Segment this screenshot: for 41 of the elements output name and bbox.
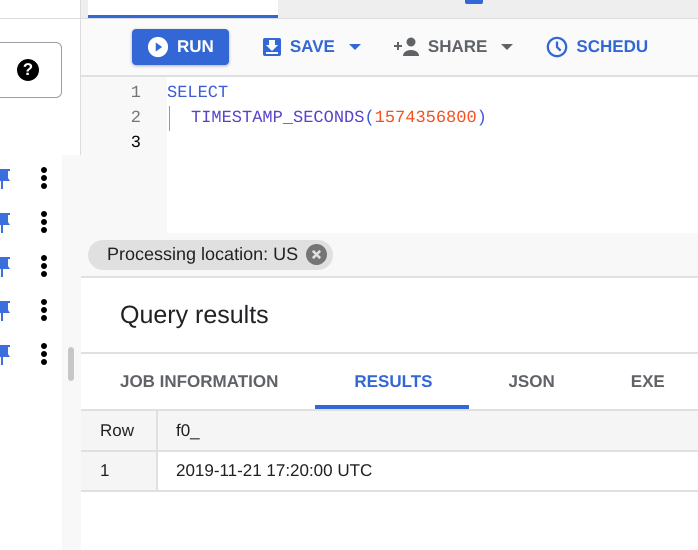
play-icon (147, 36, 169, 58)
line-number: 1 (130, 83, 142, 105)
caret-icon (348, 44, 361, 50)
schedule-button[interactable]: SCHEDU (546, 36, 648, 58)
clock-icon (546, 36, 568, 58)
pin-icon[interactable] (0, 298, 10, 322)
line-number: 3 (130, 133, 142, 155)
download-icon (262, 37, 282, 57)
run-button[interactable]: RUN (132, 29, 229, 65)
table-cell: 1 (81, 451, 157, 491)
results-tab[interactable]: EXE (592, 354, 698, 409)
scrollbar[interactable] (62, 155, 81, 550)
column-header: Row (81, 411, 157, 451)
more-menu-icon[interactable] (40, 298, 48, 322)
code-token: SELECT (167, 83, 228, 105)
results-tab[interactable]: JOB INFORMATION (81, 354, 316, 409)
results-tab[interactable]: JSON (469, 354, 592, 409)
code-token: TIMESTAMP_SECONDS (191, 108, 364, 130)
more-menu-icon[interactable] (40, 210, 48, 234)
code-token: ( (364, 108, 375, 130)
save-button[interactable]: SAVE (262, 37, 361, 57)
caret-icon (501, 44, 514, 50)
pin-icon[interactable] (0, 166, 10, 190)
column-header: f0_ (157, 411, 698, 451)
pin-icon[interactable] (0, 210, 10, 234)
more-menu-icon[interactable] (40, 166, 48, 190)
line-number: 2 (130, 108, 142, 130)
add-person-icon (394, 37, 420, 57)
help-button[interactable]: ? (0, 42, 62, 98)
more-menu-icon[interactable] (40, 254, 48, 278)
editor-tab[interactable] (88, 0, 278, 18)
code-token: ) (476, 108, 487, 130)
close-icon[interactable] (306, 244, 328, 265)
location-chip[interactable]: Processing location: US (88, 240, 334, 270)
pin-icon[interactable] (0, 342, 10, 366)
results-title: Query results (120, 300, 269, 330)
chip-label: Processing location: US (107, 244, 298, 265)
more-menu-icon[interactable] (40, 342, 48, 366)
table-cell: 2019-11-21 17:20:00 UTC (157, 451, 698, 491)
code-token: 1574356800 (374, 108, 477, 130)
pin-icon[interactable] (0, 254, 10, 278)
